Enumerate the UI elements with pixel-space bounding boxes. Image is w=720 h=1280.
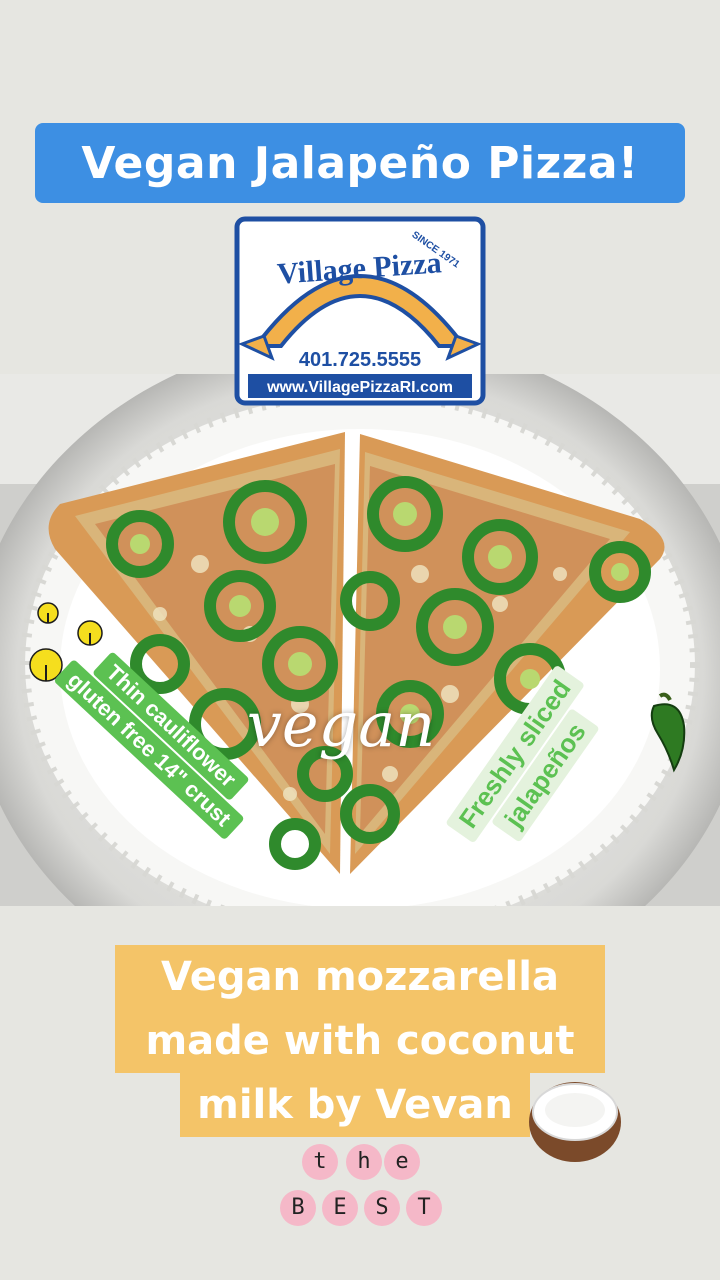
jalapeno-icon xyxy=(650,692,686,773)
village-pizza-logo: Village Pizza SINCE 1971 401.725.5555 ww… xyxy=(234,216,486,406)
best-letter: E xyxy=(322,1190,358,1226)
best-letter: S xyxy=(364,1190,400,1226)
best-letter: h xyxy=(346,1144,382,1180)
title-banner: Vegan Jalapeño Pizza! xyxy=(35,123,685,203)
caption-line-2: made with coconut xyxy=(115,1009,605,1073)
logo-phone: 401.725.5555 xyxy=(299,349,421,371)
page-title: Vegan Jalapeño Pizza! xyxy=(81,137,639,189)
logo-website: www.VillagePizzaRI.com xyxy=(266,379,453,396)
best-letter: B xyxy=(280,1190,316,1226)
best-letter: T xyxy=(406,1190,442,1226)
best-letter: e xyxy=(384,1144,420,1180)
caption-line-3: milk by Vevan xyxy=(180,1073,530,1137)
the-best-sticker: t h e B E S T xyxy=(270,1140,450,1230)
caption-line-1: Vegan mozzarella xyxy=(115,945,605,1009)
vegan-overlay: vegan xyxy=(246,688,436,761)
coconut-icon xyxy=(529,1082,621,1162)
best-letter: t xyxy=(302,1144,338,1180)
